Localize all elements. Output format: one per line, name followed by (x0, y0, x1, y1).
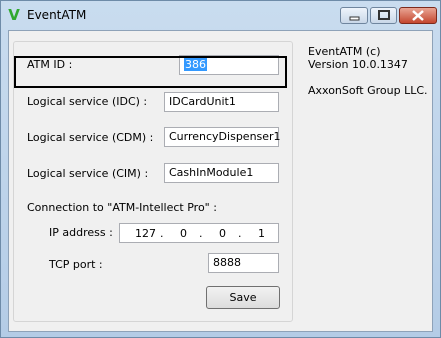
about-company: AxxonSoft Group LLC. (308, 84, 428, 97)
idc-highlight-box (14, 56, 287, 88)
cim-field[interactable]: CashInModule1 (164, 163, 279, 183)
maximize-button[interactable] (370, 7, 397, 24)
ip-dot: . (199, 227, 203, 240)
maximize-icon (378, 10, 390, 20)
v-logo-icon: V (8, 6, 20, 24)
window-title: EventATM (27, 8, 87, 22)
tcp-port-field[interactable]: 8888 (208, 253, 279, 273)
ip-octet-4: 1 (258, 227, 265, 240)
ip-address-label: IP address : (49, 226, 113, 239)
ip-dot: . (238, 227, 242, 240)
idc-field[interactable]: IDCardUnit1 (164, 92, 279, 112)
event-atm-window: V EventATM ATM ID : 386 Logical service … (0, 0, 441, 338)
connection-label: Connection to "ATM-Intellect Pro" : (27, 201, 217, 214)
minimize-icon (349, 16, 360, 21)
cim-label: Logical service (CIM) : (27, 167, 149, 180)
tcp-port-label: TCP port : (49, 258, 103, 271)
close-icon (412, 10, 424, 21)
minimize-button[interactable] (340, 7, 368, 24)
ip-dot: . (160, 227, 164, 240)
about-version: Version 10.0.1347 (308, 58, 408, 71)
about-title: EventATM (c) (308, 45, 381, 58)
ip-octet-1: 127 (135, 227, 156, 240)
ip-address-field[interactable]: 127 . 0 . 0 . 1 (119, 223, 279, 243)
cdm-field[interactable]: CurrencyDispenser1 (164, 127, 281, 147)
ip-octet-2: 0 (180, 227, 187, 240)
ip-octet-3: 0 (219, 227, 226, 240)
save-button[interactable]: Save (206, 286, 280, 309)
cdm-label: Logical service (CDM) : (27, 131, 154, 144)
title-bar[interactable]: V EventATM (1, 1, 440, 30)
close-button[interactable] (399, 7, 437, 24)
idc-label: Logical service (IDC) : (27, 95, 148, 108)
